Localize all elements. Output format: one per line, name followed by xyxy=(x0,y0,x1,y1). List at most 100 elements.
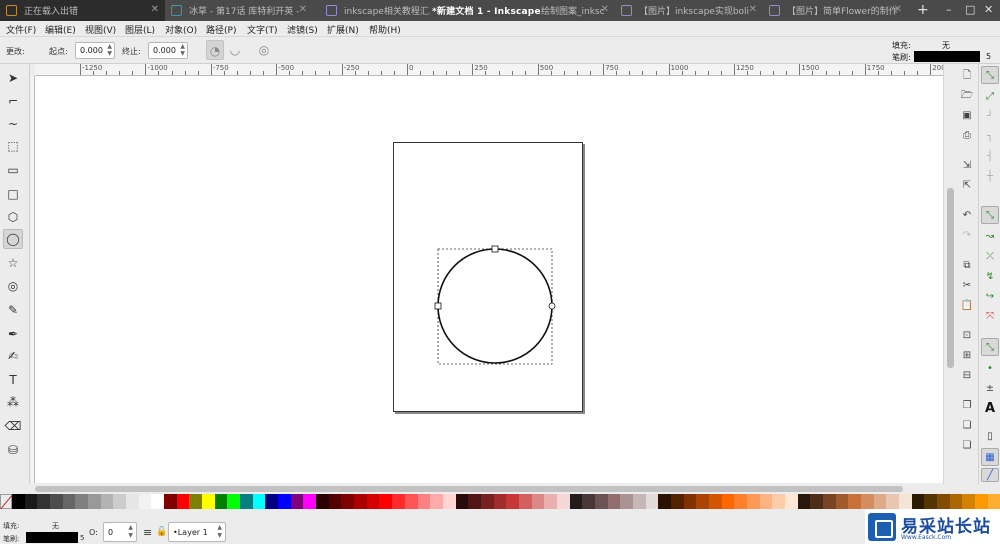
copy-icon[interactable]: ⧉ xyxy=(959,258,975,274)
palette-swatch[interactable] xyxy=(645,494,659,509)
browser-tab[interactable]: 正在载入出错 ✕ xyxy=(0,0,165,21)
palette-swatch[interactable] xyxy=(683,494,697,509)
palette-swatch[interactable] xyxy=(949,494,963,509)
palette-swatch[interactable] xyxy=(582,494,595,509)
palette-swatch[interactable] xyxy=(468,494,481,509)
palette-swatch[interactable] xyxy=(835,494,849,509)
horizontal-ruler[interactable]: -1250 -1000 -750 -500 -250 0 250 500 750 1000 1250… xyxy=(35,64,943,76)
circle-shape[interactable] xyxy=(437,248,553,364)
palette-swatch[interactable] xyxy=(430,494,443,509)
menu-extensions[interactable]: 扩展(N) xyxy=(327,23,359,36)
measure-tool-icon[interactable]: ▭ xyxy=(3,160,23,180)
vertical-scroll-thumb[interactable] xyxy=(947,188,954,368)
spin-arrows-icon[interactable]: ▲ ▼ xyxy=(128,524,133,540)
palette-swatch[interactable] xyxy=(75,494,89,509)
palette-swatch[interactable] xyxy=(975,494,988,509)
ellipse-tool-icon[interactable]: ◯ xyxy=(3,229,23,249)
opacity-input[interactable]: 0 ▲ ▼ xyxy=(103,522,137,542)
rect-tool-icon[interactable]: □ xyxy=(3,184,23,204)
palette-swatch[interactable] xyxy=(113,494,127,509)
snap-others-icon[interactable]: ⤡ xyxy=(981,338,999,356)
snap-bbox-midpoint-icon[interactable]: ┤ xyxy=(981,148,999,166)
fill-stroke-indicator[interactable]: 填充: 无 笔刷: 5 xyxy=(892,39,992,63)
palette-swatch[interactable] xyxy=(442,494,456,509)
palette-swatch[interactable] xyxy=(278,494,291,509)
palette-swatch[interactable] xyxy=(696,494,709,509)
paint-bucket-tool-icon[interactable]: ⛁ xyxy=(3,440,23,460)
palette-swatch[interactable] xyxy=(848,494,862,509)
spiral-tool-icon[interactable]: ◎ xyxy=(3,276,23,296)
palette-swatch[interactable] xyxy=(556,494,570,509)
no-paint-swatch[interactable] xyxy=(0,494,12,509)
snap-center-icon[interactable]: • xyxy=(981,360,999,378)
tweak-tool-icon[interactable]: ~ xyxy=(3,114,23,134)
snap-smooth-icon[interactable]: ↪ xyxy=(981,288,999,306)
spin-arrows-icon[interactable]: ▲ ▼ xyxy=(180,43,185,57)
make-whole-button[interactable]: ◎ xyxy=(255,40,273,60)
browser-tab[interactable]: 【图片】inkscape实现boli ✕ xyxy=(615,0,763,21)
snap-intersection-icon[interactable]: ⤫ xyxy=(981,248,999,266)
snap-bbox-icon[interactable]: ⤢ xyxy=(981,88,999,106)
left-resize-handle[interactable] xyxy=(434,302,442,310)
browser-tab[interactable]: 绘制图案_inksc ✕ xyxy=(535,0,615,21)
palette-swatch[interactable] xyxy=(455,494,469,509)
palette-swatch[interactable] xyxy=(126,494,139,509)
drawing-canvas[interactable] xyxy=(35,76,943,483)
palette-swatch[interactable] xyxy=(214,494,228,509)
spin-arrows-icon[interactable]: ▲ ▼ xyxy=(107,43,112,57)
arc-toggle-button[interactable]: ◡ xyxy=(226,40,244,60)
new-tab-button[interactable]: + xyxy=(917,3,929,17)
palette-swatch[interactable] xyxy=(176,494,190,509)
paste-icon[interactable]: 📋 xyxy=(959,298,975,314)
palette-swatch[interactable] xyxy=(544,494,557,509)
unlink-clone-icon[interactable]: ❑ xyxy=(959,438,975,454)
palette-swatch[interactable] xyxy=(987,494,1000,509)
palette-swatch[interactable] xyxy=(518,494,532,509)
palette-swatch[interactable] xyxy=(151,494,165,509)
menu-text[interactable]: 文字(T) xyxy=(247,23,278,36)
palette-swatch[interactable] xyxy=(341,494,355,509)
zoom-page-icon[interactable]: ⊟ xyxy=(959,368,975,384)
palette-swatch[interactable] xyxy=(759,494,773,509)
palette-swatch[interactable] xyxy=(708,494,722,509)
palette-swatch[interactable] xyxy=(189,494,203,509)
palette-swatch[interactable] xyxy=(810,494,823,509)
snap-bbox-center-icon[interactable]: ┼ xyxy=(981,168,999,186)
zoom-drawing-icon[interactable]: ⊞ xyxy=(959,348,975,364)
horizontal-scroll-thumb[interactable] xyxy=(35,486,903,492)
save-icon[interactable]: ▣ xyxy=(959,108,975,124)
palette-swatch[interactable] xyxy=(861,494,874,509)
menu-file[interactable]: 文件(F) xyxy=(6,23,36,36)
palette-swatch[interactable] xyxy=(227,494,241,509)
snap-rotation-center-icon[interactable]: ± xyxy=(981,380,999,398)
export-icon[interactable]: ⇱ xyxy=(959,178,975,194)
palette-swatch[interactable] xyxy=(138,494,152,509)
palette-swatch[interactable] xyxy=(797,494,811,509)
palette-swatch[interactable] xyxy=(379,494,393,509)
browser-tab[interactable]: 【图片】简单Flower的制作 ✕ xyxy=(763,0,908,21)
layer-selector[interactable]: •Layer 1 ▲ ▼ xyxy=(168,522,226,542)
palette-swatch[interactable] xyxy=(531,494,545,509)
pencil-tool-icon[interactable]: ✎ xyxy=(3,300,23,320)
selector-tool-icon[interactable]: ➤ xyxy=(3,68,23,88)
palette-swatch[interactable] xyxy=(328,494,342,509)
palette-swatch[interactable] xyxy=(252,494,266,509)
palette-swatch[interactable] xyxy=(366,494,380,509)
tab-close-icon[interactable]: ✕ xyxy=(894,5,902,15)
calligraphy-tool-icon[interactable]: ✍ xyxy=(3,346,23,366)
dropdown-arrows-icon[interactable]: ▲ ▼ xyxy=(217,524,222,540)
palette-swatch[interactable] xyxy=(24,494,38,509)
snap-nodes-icon[interactable]: ⤡ xyxy=(981,206,999,224)
zoom-selection-icon[interactable]: ⊡ xyxy=(959,328,975,344)
snap-text-baseline-icon[interactable]: A xyxy=(981,400,999,418)
palette-swatch[interactable] xyxy=(632,494,646,509)
menu-help[interactable]: 帮助(H) xyxy=(369,23,401,36)
snap-page-border-icon[interactable]: ▯ xyxy=(981,428,999,446)
palette-swatch[interactable] xyxy=(594,494,608,509)
lock-icon[interactable]: 🔓 xyxy=(156,527,167,537)
menu-path[interactable]: 路径(P) xyxy=(206,23,236,36)
snap-guide-icon[interactable]: ╱ xyxy=(981,468,999,482)
tab-close-icon[interactable]: ✕ xyxy=(601,5,609,15)
duplicate-icon[interactable]: ❐ xyxy=(959,398,975,414)
palette-swatch[interactable] xyxy=(50,494,63,509)
